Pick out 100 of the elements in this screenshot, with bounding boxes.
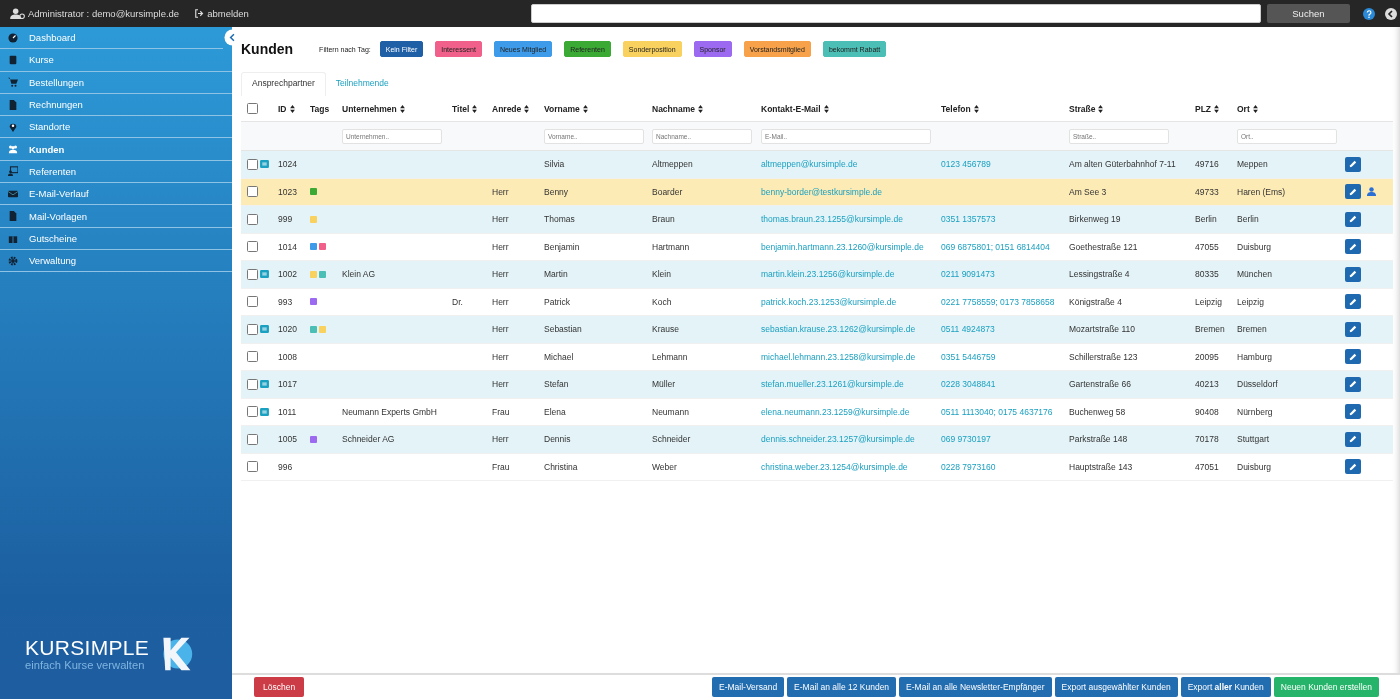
- column-header[interactable]: Ort: [1237, 103, 1258, 114]
- phone-link[interactable]: 0351 5446759: [941, 351, 996, 362]
- action-button[interactable]: E-Mail an alle Newsletter-Empfänger: [899, 677, 1052, 697]
- edit-button[interactable]: [1345, 294, 1361, 310]
- sidebar-item[interactable]: Rechnungen: [0, 93, 232, 117]
- column-header[interactable]: Nachname: [652, 103, 703, 114]
- sidebar-item[interactable]: Gutscheine: [0, 227, 232, 250]
- row-checkbox[interactable]: [247, 406, 258, 418]
- row-checkbox[interactable]: [247, 461, 258, 473]
- edit-button[interactable]: [1345, 266, 1361, 282]
- email-link[interactable]: benny-border@testkursimple.de: [761, 186, 883, 197]
- row-checkbox[interactable]: [247, 241, 258, 253]
- column-header[interactable]: Vorname: [544, 103, 588, 114]
- sidebar-item[interactable]: Dashboard: [0, 27, 223, 50]
- action-button[interactable]: Export aller Kunden: [1180, 677, 1271, 697]
- phone-link[interactable]: 0511 1113040; 0175 4637176: [941, 406, 1053, 417]
- row-checkbox[interactable]: [247, 378, 258, 390]
- edit-button[interactable]: [1345, 404, 1361, 420]
- email-link[interactable]: christina.weber.23.1254@kursimple.de: [761, 461, 908, 472]
- row-checkbox[interactable]: [247, 351, 258, 363]
- phone-link[interactable]: 0228 7973160: [941, 461, 996, 472]
- action-button[interactable]: E-Mail-Versand: [712, 677, 785, 697]
- row-checkbox[interactable]: [247, 433, 258, 445]
- edit-button[interactable]: [1345, 376, 1361, 392]
- search-button[interactable]: Suchen: [1266, 4, 1350, 23]
- phone-link[interactable]: 0211 9091473: [941, 269, 995, 280]
- search-field[interactable]: [530, 4, 1261, 23]
- sort-icon[interactable]: [582, 104, 588, 113]
- sort-icon[interactable]: [973, 104, 979, 113]
- select-all-checkbox[interactable]: [247, 103, 258, 114]
- sort-icon[interactable]: [1214, 104, 1220, 113]
- column-header[interactable]: Kontakt-E-Mail: [761, 103, 829, 114]
- edit-button[interactable]: [1345, 459, 1361, 475]
- email-link[interactable]: michael.lehmann.23.1258@kursimple.de: [761, 351, 916, 362]
- phone-link[interactable]: 069 9730197: [941, 434, 991, 445]
- column-header[interactable]: ID: [278, 103, 295, 114]
- table-cell: Dr.: [452, 296, 463, 307]
- email-link[interactable]: dennis.schneider.23.1257@kursimple.de: [761, 434, 915, 445]
- row-checkbox[interactable]: [247, 186, 258, 198]
- sidebar-item[interactable]: E-Mail-Verlauf: [0, 183, 232, 206]
- email-link[interactable]: patrick.koch.23.1253@kursimple.de: [761, 296, 897, 307]
- edit-button[interactable]: [1345, 431, 1361, 447]
- column-header[interactable]: Unternehmen: [342, 103, 405, 114]
- sidebar-item[interactable]: Standorte: [0, 116, 232, 139]
- email-link[interactable]: stefan.mueller.23.1261@kursimple.de: [761, 379, 904, 390]
- phone-link[interactable]: 069 6875801; 0151 6814404: [941, 241, 1050, 252]
- sort-icon[interactable]: [823, 104, 829, 113]
- column-header[interactable]: Telefon: [941, 103, 979, 114]
- edit-button[interactable]: [1345, 239, 1361, 255]
- sort-icon[interactable]: [399, 104, 405, 113]
- sort-icon[interactable]: [472, 104, 478, 113]
- phone-link[interactable]: 0221 7758559; 0173 7858658: [941, 296, 1055, 307]
- user-icon[interactable]: [1367, 187, 1376, 197]
- phone-link[interactable]: 0228 3048841: [941, 379, 996, 390]
- back-icon[interactable]: [1385, 7, 1397, 20]
- email-link[interactable]: thomas.braun.23.1255@kursimple.de: [761, 214, 903, 225]
- row-checkbox[interactable]: [247, 323, 258, 335]
- edit-button[interactable]: [1345, 349, 1361, 365]
- sort-icon[interactable]: [1252, 104, 1258, 113]
- column-header[interactable]: Anrede: [492, 103, 530, 114]
- email-link[interactable]: martin.klein.23.1256@kursimple.de: [761, 269, 895, 280]
- edit-button[interactable]: [1345, 211, 1361, 227]
- row-checkbox[interactable]: [247, 158, 258, 170]
- edit-button[interactable]: [1345, 156, 1361, 172]
- phone-link[interactable]: 0123 456789: [941, 159, 991, 170]
- email-link[interactable]: sebastian.krause.23.1262@kursimple.de: [761, 324, 916, 335]
- row-checkbox[interactable]: [247, 296, 258, 308]
- sort-icon[interactable]: [289, 104, 295, 113]
- sidebar-item[interactable]: Bestellungen: [0, 71, 232, 94]
- edit-button[interactable]: [1345, 184, 1361, 200]
- edit-button[interactable]: [1345, 321, 1361, 337]
- help-icon[interactable]: [1363, 7, 1375, 20]
- phone-link[interactable]: 0351 1357573: [941, 214, 996, 225]
- sidebar-item[interactable]: Kurse: [0, 49, 232, 72]
- column-header[interactable]: Titel: [452, 103, 478, 114]
- sidebar-item[interactable]: Kunden: [0, 138, 232, 161]
- sort-icon[interactable]: [1098, 104, 1104, 113]
- column-header[interactable]: Straße: [1069, 103, 1104, 114]
- logout-link[interactable]: abmelden: [195, 8, 249, 19]
- action-button[interactable]: Löschen: [254, 677, 305, 697]
- sidebar-item[interactable]: Verwaltung: [0, 249, 232, 273]
- row-checkbox[interactable]: [247, 268, 258, 280]
- table-cell: Dennis: [544, 434, 571, 445]
- email-link[interactable]: altmeppen@kursimple.de: [761, 159, 858, 170]
- action-button[interactable]: Neuen Kunden erstellen: [1273, 677, 1379, 697]
- action-button[interactable]: Export ausgewählter Kunden: [1054, 677, 1178, 697]
- email-link[interactable]: elena.neumann.23.1259@kursimple.de: [761, 406, 910, 417]
- sort-icon[interactable]: [524, 104, 530, 113]
- sidebar-item[interactable]: Mail-Vorlagen: [0, 205, 232, 228]
- sidebar-item[interactable]: Referenten: [0, 160, 232, 184]
- table-cell: Duisburg: [1237, 241, 1272, 252]
- column-header[interactable]: Tags: [310, 103, 330, 114]
- phone-link[interactable]: 0511 4924873: [941, 324, 995, 335]
- tab[interactable]: Teilnehmende: [325, 73, 399, 96]
- tab[interactable]: Ansprechpartner: [241, 72, 326, 96]
- column-header[interactable]: PLZ: [1195, 103, 1220, 114]
- email-link[interactable]: benjamin.hartmann.23.1260@kursimple.de: [761, 241, 924, 252]
- sort-icon[interactable]: [698, 104, 703, 113]
- action-button[interactable]: E-Mail an alle 12 Kunden: [787, 677, 897, 697]
- row-checkbox[interactable]: [247, 213, 258, 225]
